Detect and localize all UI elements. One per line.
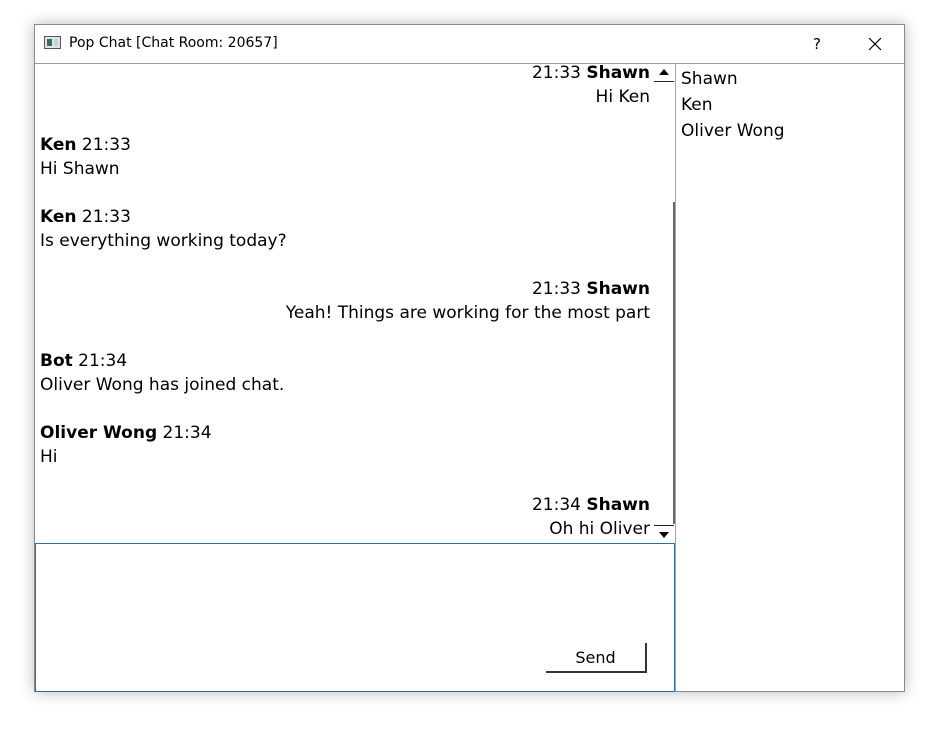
message-item: 21:33 Shawn Yeah! Things are working for… (40, 277, 650, 325)
user-item[interactable]: Oliver Wong (681, 119, 785, 143)
message-text: Yeah! Things are working for the most pa… (285, 303, 650, 323)
message-item: Ken 21:33 Is everything working today? (40, 205, 650, 253)
arrow-down-icon (659, 532, 669, 538)
message-sender: Oliver Wong (40, 423, 158, 443)
message-header: 21:34 Shawn (40, 493, 650, 517)
message-compose-area[interactable]: Send (35, 543, 675, 692)
user-item[interactable]: Shawn (681, 67, 738, 91)
message-time: 21:34 (162, 423, 212, 443)
message-item: Ken 21:33 Hi Shawn (40, 133, 650, 181)
arrow-up-icon (659, 69, 669, 75)
message-time: 21:34 (531, 495, 581, 515)
close-button[interactable] (850, 25, 900, 63)
message-list[interactable]: 21:33 Shawn Hi Ken Ken 21:33 Hi Shawn Ke… (35, 64, 675, 543)
user-item[interactable]: Ken (681, 93, 713, 117)
chat-window: Pop Chat [Chat Room: 20657] ? 21:33 Shaw… (34, 24, 905, 692)
message-text: Hi Shawn (40, 159, 120, 179)
message-sender: Bot (40, 351, 73, 371)
message-sender: Ken (40, 207, 77, 227)
message-header: Oliver Wong 21:34 (40, 421, 650, 445)
message-header: Ken 21:33 (40, 205, 650, 229)
message-time: 21:33 (531, 279, 581, 299)
message-time: 21:33 (531, 64, 581, 83)
window-title: Pop Chat [Chat Room: 20657] (69, 35, 278, 51)
close-icon (868, 37, 882, 51)
message-text: Oh hi Oliver (549, 519, 650, 539)
user-list: Shawn Ken Oliver Wong (675, 64, 904, 691)
scroll-down-button[interactable] (654, 525, 674, 543)
message-time: 21:34 (78, 351, 128, 371)
message-sender: Ken (40, 135, 77, 155)
message-item: 21:34 Shawn Oh hi Oliver (40, 493, 650, 541)
message-header: Ken 21:33 (40, 133, 650, 157)
title-bar[interactable]: Pop Chat [Chat Room: 20657] ? (35, 25, 904, 63)
message-header: 21:33 Shawn (40, 64, 650, 85)
message-scrollbar[interactable] (652, 64, 675, 543)
message-sender: Shawn (586, 279, 650, 299)
message-header: 21:33 Shawn (40, 277, 650, 301)
message-header: Bot 21:34 (40, 349, 650, 373)
message-time: 21:33 (81, 135, 131, 155)
send-button[interactable]: Send (546, 643, 647, 673)
message-sender: Shawn (586, 495, 650, 515)
message-input[interactable] (40, 548, 640, 568)
app-icon (44, 36, 61, 49)
message-time: 21:33 (81, 207, 131, 227)
scroll-up-button[interactable] (654, 64, 674, 82)
message-item: 21:33 Shawn Hi Ken (40, 64, 650, 109)
message-text: Is everything working today? (40, 231, 287, 251)
message-text: Oliver Wong has joined chat. (40, 375, 285, 395)
message-text: Hi (40, 447, 58, 467)
message-item: Bot 21:34 Oliver Wong has joined chat. (40, 349, 650, 397)
message-item: Oliver Wong 21:34 Hi (40, 421, 650, 469)
message-sender: Shawn (586, 64, 650, 83)
help-button[interactable]: ? (792, 25, 842, 63)
message-text: Hi Ken (595, 87, 650, 107)
